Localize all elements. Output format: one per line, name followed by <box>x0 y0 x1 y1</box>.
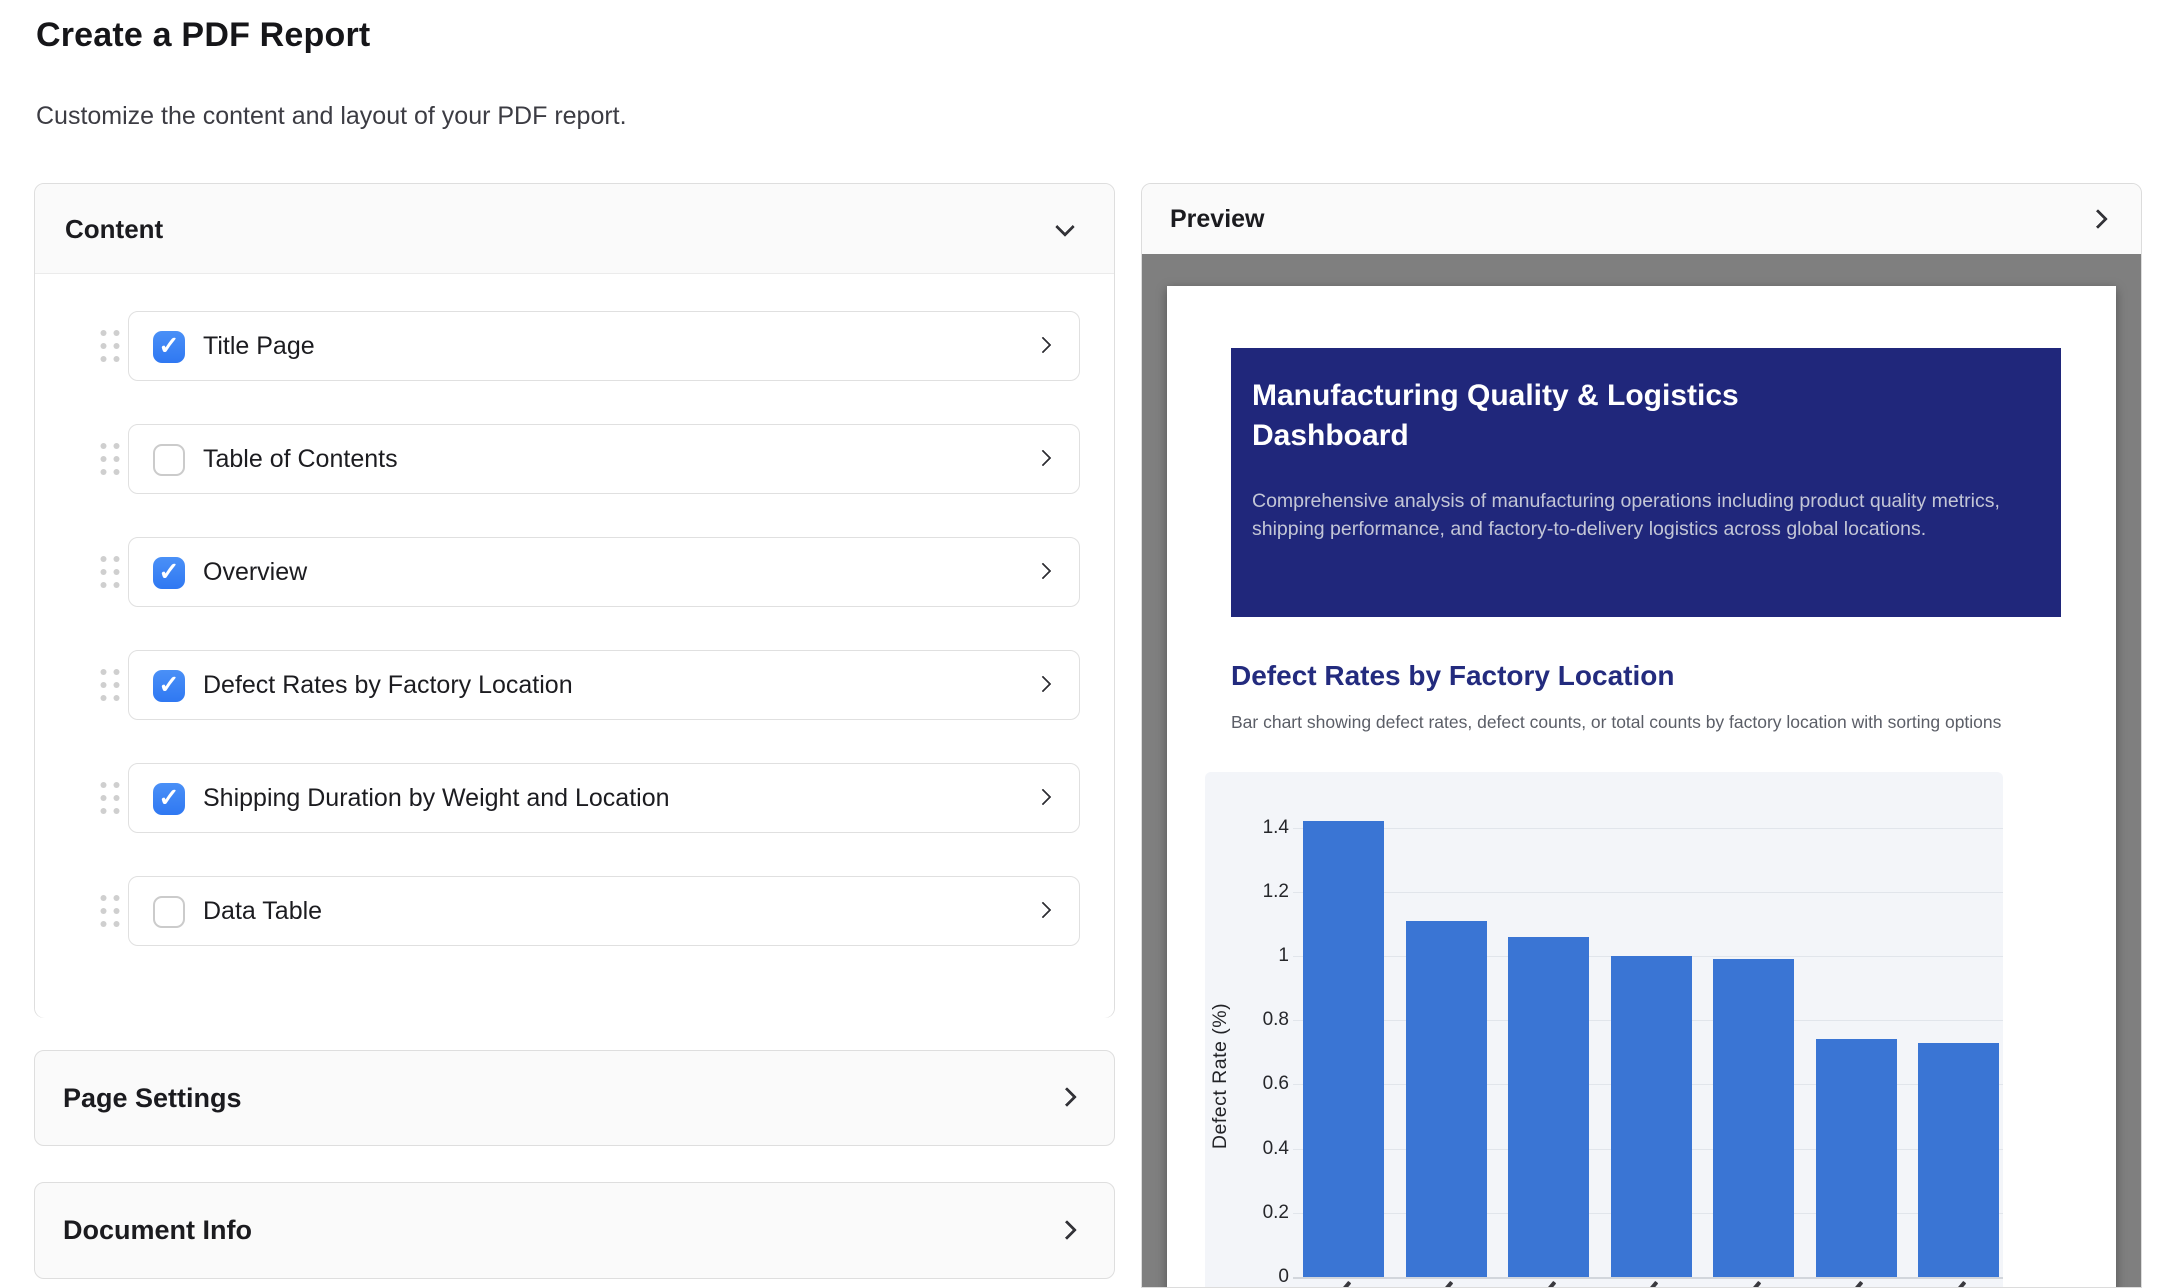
content-item-label: Defect Rates by Factory Location <box>203 651 573 719</box>
checkbox-defect-rates-by-factory-location[interactable] <box>153 670 185 702</box>
page-settings-section[interactable]: Page Settings <box>34 1050 1115 1146</box>
content-item-row-table-of-contents: Table of Contents <box>35 424 1114 494</box>
content-item-list: Title Page Table of Contents Overview Defec… <box>35 274 1114 1018</box>
chevron-right-icon[interactable] <box>1035 789 1052 806</box>
content-item-card-overview[interactable]: Overview <box>128 537 1080 607</box>
content-item-card-defect-rates-by-factory-location[interactable]: Defect Rates by Factory Location <box>128 650 1080 720</box>
pdf-page: Manufacturing Quality & Logistics Dashbo… <box>1167 286 2116 1288</box>
checkbox-title-page[interactable] <box>153 331 185 363</box>
content-panel-title: Content <box>65 184 163 274</box>
x-axis-label-stub <box>1541 1281 1556 1288</box>
x-axis-label-stub <box>1644 1281 1659 1288</box>
chevron-right-icon[interactable] <box>2088 209 2108 229</box>
y-tick-label: 0.8 <box>1205 1007 1289 1033</box>
pdf-section-subtitle: Bar chart showing defect rates, defect c… <box>1231 710 2021 735</box>
x-axis-line <box>1293 1277 2003 1279</box>
chevron-down-icon[interactable] <box>1055 217 1075 237</box>
content-item-card-title-page[interactable]: Title Page <box>128 311 1080 381</box>
page-subtitle: Customize the content and layout of your… <box>36 102 627 131</box>
chevron-right-icon[interactable] <box>1035 902 1052 919</box>
drag-handle-icon[interactable] <box>101 330 120 362</box>
bar <box>1406 921 1487 1277</box>
checkbox-table-of-contents[interactable] <box>153 444 185 476</box>
content-item-card-table-of-contents[interactable]: Table of Contents <box>128 424 1080 494</box>
page-settings-label: Page Settings <box>63 1051 242 1145</box>
bar <box>1713 959 1794 1277</box>
bar <box>1303 821 1384 1277</box>
y-gridline <box>1293 892 2003 893</box>
bar <box>1918 1043 1999 1277</box>
chevron-right-icon[interactable] <box>1035 450 1052 467</box>
content-item-row-defect-rates-by-factory-location: Defect Rates by Factory Location <box>35 650 1114 720</box>
x-axis-label-stub <box>1336 1281 1351 1288</box>
pdf-section-title: Defect Rates by Factory Location <box>1231 660 1674 692</box>
y-tick-label: 1.4 <box>1205 815 1289 841</box>
drag-handle-icon[interactable] <box>101 782 120 814</box>
preview-title: Preview <box>1170 184 1265 254</box>
y-gridline <box>1293 828 2003 829</box>
bar <box>1508 937 1589 1277</box>
checkbox-overview[interactable] <box>153 557 185 589</box>
content-item-label: Shipping Duration by Weight and Location <box>203 764 670 832</box>
drag-handle-icon[interactable] <box>101 895 120 927</box>
chevron-right-icon[interactable] <box>1035 563 1052 580</box>
content-item-row-title-page: Title Page <box>35 311 1114 381</box>
preview-panel-header[interactable]: Preview <box>1142 184 2141 254</box>
chevron-right-icon[interactable] <box>1057 1087 1077 1107</box>
content-item-row-overview: Overview <box>35 537 1114 607</box>
x-axis-label-stub <box>1439 1281 1454 1288</box>
content-item-row-shipping-duration-by-weight-and-location: Shipping Duration by Weight and Location <box>35 763 1114 833</box>
chevron-right-icon[interactable] <box>1035 337 1052 354</box>
pdf-preview-viewport[interactable]: Manufacturing Quality & Logistics Dashbo… <box>1142 254 2141 1288</box>
bar <box>1611 956 1692 1277</box>
chevron-right-icon[interactable] <box>1057 1220 1077 1240</box>
content-item-label: Title Page <box>203 312 315 380</box>
bar <box>1816 1039 1897 1277</box>
drag-handle-icon[interactable] <box>101 556 120 588</box>
x-axis-label-stub <box>1951 1281 1966 1288</box>
content-panel: Content Title Page Table of Contents Overv… <box>34 183 1115 1018</box>
checkbox-shipping-duration-by-weight-and-location[interactable] <box>153 783 185 815</box>
drag-handle-icon[interactable] <box>101 443 120 475</box>
x-axis-label-stub <box>1849 1281 1864 1288</box>
y-tick-label: 0.4 <box>1205 1136 1289 1162</box>
checkbox-data-table[interactable] <box>153 896 185 928</box>
content-item-label: Data Table <box>203 877 322 945</box>
page-title: Create a PDF Report <box>36 16 370 55</box>
drag-handle-icon[interactable] <box>101 669 120 701</box>
y-tick-label: 0.6 <box>1205 1071 1289 1097</box>
chevron-right-icon[interactable] <box>1035 676 1052 693</box>
content-panel-header[interactable]: Content <box>35 184 1114 274</box>
y-tick-label: 1.2 <box>1205 879 1289 905</box>
document-info-section[interactable]: Document Info <box>34 1182 1115 1279</box>
document-info-label: Document Info <box>63 1183 252 1278</box>
content-item-card-data-table[interactable]: Data Table <box>128 876 1080 946</box>
x-axis-label-stub <box>1746 1281 1761 1288</box>
content-item-row-data-table: Data Table <box>35 876 1114 946</box>
defect-rates-chart: Defect Rate (%) 00.20.40.60.811.21.4 <box>1205 772 2003 1288</box>
y-tick-label: 0.2 <box>1205 1200 1289 1226</box>
y-tick-label: 0 <box>1205 1264 1289 1288</box>
pdf-hero-block: Manufacturing Quality & Logistics Dashbo… <box>1231 348 2061 617</box>
content-item-label: Overview <box>203 538 307 606</box>
content-item-label: Table of Contents <box>203 425 398 493</box>
preview-panel: Preview Manufacturing Quality & Logistic… <box>1141 183 2142 1288</box>
pdf-hero-subtitle: Comprehensive analysis of manufacturing … <box>1252 488 2012 543</box>
pdf-hero-title: Manufacturing Quality & Logistics Dashbo… <box>1252 376 1832 455</box>
y-tick-label: 1 <box>1205 943 1289 969</box>
content-item-card-shipping-duration-by-weight-and-location[interactable]: Shipping Duration by Weight and Location <box>128 763 1080 833</box>
